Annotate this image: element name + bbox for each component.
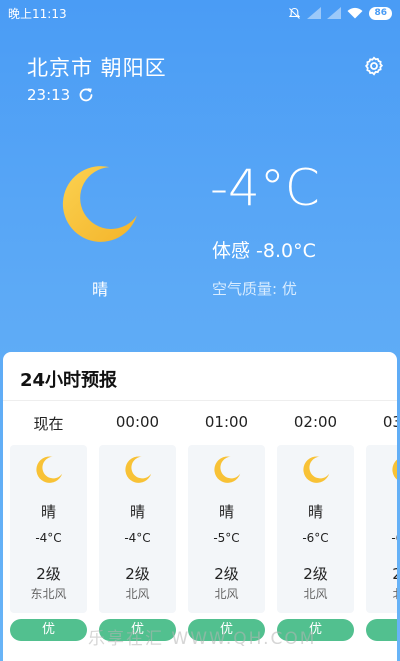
signal-icon	[307, 7, 322, 19]
wifi-icon	[347, 7, 363, 19]
aqi-badge: 优	[99, 619, 176, 641]
wind-direction: 东北风	[30, 587, 67, 601]
crescent-moon-icon	[35, 456, 62, 483]
current-weather-label: 晴	[91, 280, 108, 299]
hour-card: 晴 -5°C 2级 北风	[188, 445, 265, 613]
hourly-forecast-panel: 24小时预报 现在 晴 -4°C 2级 东北风 优 00:00 晴 -4°C 2…	[3, 352, 397, 661]
signal-icon-2	[327, 7, 342, 19]
hour-time: 01:00	[204, 413, 249, 431]
crescent-moon-icon	[213, 456, 240, 483]
wind-direction: 北风	[303, 587, 328, 601]
refresh-icon[interactable]	[78, 87, 94, 103]
forecast-title: 24小时预报	[20, 370, 118, 391]
hour-weather: 晴	[129, 503, 145, 521]
hour-temp: -4°C	[124, 531, 151, 545]
hour-column[interactable]: 03:00 晴 -6°C 2级 北风 优	[366, 401, 397, 661]
hour-weather: 晴	[40, 503, 56, 521]
feels-like: 体感 -8.0°C	[212, 240, 316, 262]
hour-temp: -5°C	[213, 531, 240, 545]
aqi-badge: 优	[188, 619, 265, 641]
aqi-badge: 优	[366, 619, 397, 641]
gear-icon[interactable]	[364, 56, 384, 76]
hour-time: 03:00	[382, 413, 397, 431]
battery-badge: 86	[369, 6, 392, 20]
hour-weather: 晴	[307, 503, 323, 521]
update-time: 23:13	[27, 86, 71, 104]
status-time: 晚上11:13	[8, 6, 67, 21]
crescent-moon-icon	[391, 459, 397, 480]
wind-level: 2级	[125, 565, 150, 583]
hour-card: 晴 -4°C 2级 东北风	[10, 445, 87, 613]
air-quality: 空气质量: 优	[212, 280, 297, 298]
hour-time: 现在	[33, 415, 64, 433]
hour-weather: 晴	[366, 501, 398, 522]
hourly-list[interactable]: 现在 晴 -4°C 2级 东北风 优 00:00 晴 -4°C 2级 北风 优 …	[10, 401, 397, 661]
status-icons: 86	[288, 6, 392, 20]
wind-direction: 北风	[214, 587, 239, 601]
crescent-moon-icon	[62, 166, 137, 242]
wind-level: 2级	[36, 565, 61, 583]
wind-level: 2级	[303, 565, 328, 583]
crescent-moon-icon	[124, 456, 151, 483]
wind-level: 2级	[392, 565, 397, 583]
wind-level: 2级	[214, 565, 239, 583]
wind-direction: 北风	[125, 587, 150, 601]
hour-column[interactable]: 00:00 晴 -4°C 2级 北风 优	[99, 401, 176, 661]
hour-temp: -6°C	[391, 531, 397, 545]
hour-column[interactable]: 现在 晴 -4°C 2级 东北风 优	[10, 401, 87, 661]
aqi-badge: 优	[277, 619, 354, 641]
wind-direction: 北风	[366, 585, 397, 602]
hour-card: 晴 -4°C 2级 北风	[99, 445, 176, 613]
location-title[interactable]: 北京市 朝阳区	[27, 52, 167, 82]
aqi-badge: 优	[10, 619, 87, 641]
hour-column[interactable]: 02:00 晴 -6°C 2级 北风 优	[277, 401, 354, 661]
hour-column[interactable]: 01:00 晴 -5°C 2级 北风 优	[188, 401, 265, 661]
hour-temp: -4°C	[35, 531, 62, 545]
hour-time: 02:00	[293, 413, 338, 431]
hour-card: 晴 -6°C 2级 北风	[277, 445, 354, 613]
hour-card: 晴 -6°C 2级 北风	[366, 445, 397, 613]
crescent-moon-icon	[302, 456, 329, 483]
hour-weather: 晴	[218, 503, 234, 521]
mute-bell-icon	[289, 7, 301, 19]
current-temperature: -4°C	[210, 159, 320, 217]
hour-time: 00:00	[115, 413, 160, 431]
hour-temp: -6°C	[302, 531, 329, 545]
status-bar: 晚上11:13 86	[0, 0, 400, 26]
update-time-row: 23:13	[27, 86, 94, 104]
